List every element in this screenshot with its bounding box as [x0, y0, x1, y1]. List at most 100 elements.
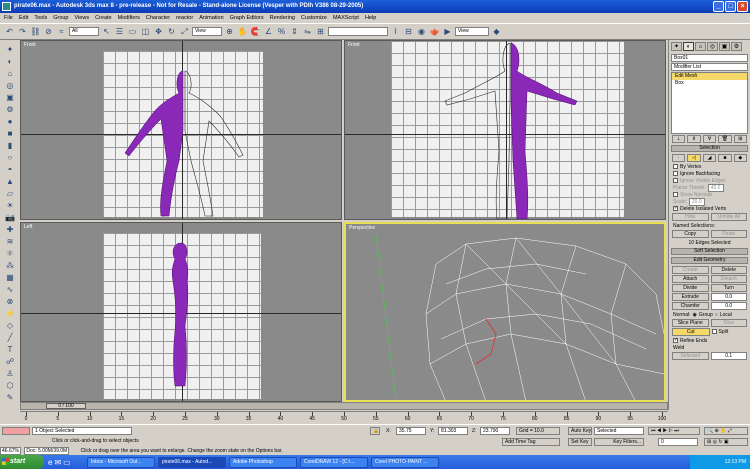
angle-snap-icon[interactable]: ∠ — [263, 26, 274, 37]
unlink-icon[interactable]: ⊘ — [43, 26, 54, 37]
time-slider[interactable]: 0 / 100 — [20, 402, 668, 410]
turn-button[interactable]: Turn — [710, 284, 747, 292]
select-object-icon[interactable]: ↖ — [101, 26, 112, 37]
menu-reactor[interactable]: reactor — [176, 15, 193, 21]
configure-sets-button[interactable]: ⊞ — [733, 135, 748, 143]
soft-selection-rollout-header[interactable]: Soft Selection — [671, 248, 748, 255]
cut-button[interactable]: Cut — [672, 328, 710, 336]
cylinder-icon[interactable]: ▮ — [3, 140, 17, 150]
systems-icon[interactable]: ⚛ — [3, 248, 17, 258]
divide-button[interactable]: Divide — [672, 284, 709, 292]
sphere-icon[interactable]: ● — [3, 116, 17, 126]
refine-ends-checkbox[interactable]: ✓ — [673, 338, 678, 343]
torus-icon[interactable]: ○ — [3, 152, 17, 162]
display-tab-icon[interactable]: ▣ — [719, 42, 730, 51]
render-last-icon[interactable]: ◆ — [491, 26, 502, 37]
redo-icon[interactable]: ↷ — [17, 26, 28, 37]
bind-space-warp-icon[interactable]: ≈ — [56, 26, 67, 37]
menu-character[interactable]: Character — [146, 15, 170, 21]
task-photopaint[interactable]: Corel PHOTO-PAINT ... — [371, 456, 439, 468]
face-level-button[interactable]: ◢ — [702, 154, 717, 162]
scale-field[interactable]: 20.0 — [688, 197, 705, 206]
chamfer-amount-field[interactable]: 0.0 — [710, 302, 747, 310]
menu-customize[interactable]: Customize — [301, 15, 327, 21]
z-coordinate-field[interactable]: 23.790 — [480, 427, 510, 435]
schematic-view-icon[interactable]: ⊟ — [403, 26, 414, 37]
align-icon[interactable]: ⊞ — [315, 26, 326, 37]
modifier-list-select[interactable]: Modifier List — [671, 63, 748, 71]
modify-icon[interactable]: ◐ — [3, 56, 17, 66]
utilities-tab-icon[interactable]: ⚙ — [731, 42, 742, 51]
script-icon[interactable]: ✎ — [3, 392, 17, 402]
quick-render-icon[interactable]: ▶ — [442, 26, 453, 37]
menu-animation[interactable]: Animation — [199, 15, 223, 21]
desktop-icon[interactable]: ▭ — [63, 458, 71, 467]
close-button[interactable]: × — [737, 1, 748, 12]
unhide-all-button[interactable]: Unhide All — [710, 213, 747, 221]
extrude-amount-field[interactable]: 0.0 — [710, 293, 747, 301]
viewport-top-right[interactable]: Front — [344, 40, 666, 220]
light-icon[interactable]: ☀ — [3, 200, 17, 210]
line-icon[interactable]: ╱ — [3, 332, 17, 342]
patch-icon[interactable]: ▦ — [3, 272, 17, 282]
local-radio[interactable]: ○ — [715, 312, 718, 318]
chamfer-button[interactable]: Chamfer — [672, 302, 709, 310]
mirror-icon[interactable]: ⇋ — [302, 26, 313, 37]
delete-isolated-checkbox[interactable]: ✓ — [673, 206, 678, 211]
render-type-select[interactable]: View — [455, 27, 489, 36]
selection-rollout-header[interactable]: Selection — [671, 145, 748, 152]
named-selection-select[interactable] — [328, 27, 388, 36]
ignore-visible-checkbox[interactable] — [673, 178, 678, 183]
task-photoshop[interactable]: Adobe Photoshop — [229, 456, 297, 468]
ignore-backfacing-checkbox[interactable] — [673, 171, 678, 176]
slice-plane-button[interactable]: Slice Plane — [672, 319, 709, 327]
make-unique-button[interactable]: ∀ — [702, 135, 717, 143]
biped-icon[interactable]: ♙ — [3, 368, 17, 378]
helper-icon[interactable]: ✚ — [3, 224, 17, 234]
stack-item-box[interactable]: Box — [672, 80, 747, 87]
menu-rendering[interactable]: Rendering — [270, 15, 295, 21]
weld-threshold-field[interactable]: 0.1 — [710, 352, 747, 360]
x-coordinate-field[interactable]: 35.75 — [396, 427, 426, 435]
key-filters-button[interactable]: Key Filters... — [594, 438, 644, 446]
viewport-bottom-left[interactable]: Left — [20, 222, 342, 402]
menu-views[interactable]: Views — [75, 15, 90, 21]
lock-selection-icon[interactable]: 🔒 — [370, 427, 380, 435]
menu-edit[interactable]: Edit — [19, 15, 28, 21]
element-level-button[interactable]: ◆ — [733, 154, 748, 162]
show-normals-checkbox[interactable] — [673, 192, 678, 197]
extrude-button[interactable]: Extrude — [672, 293, 709, 301]
edit-geometry-rollout-header[interactable]: Edit Geometry — [671, 257, 748, 264]
menu-help[interactable]: Help — [365, 15, 376, 21]
delete-button[interactable]: Delete — [710, 266, 747, 274]
menu-tools[interactable]: Tools — [34, 15, 47, 21]
viewport-top-left[interactable]: Front — [20, 40, 342, 220]
playback-controls[interactable]: ⏮ ◀ ▶ ▷ ⏭ — [648, 427, 700, 435]
task-3dsmax[interactable]: pirate06.max - Autod... — [158, 456, 226, 468]
motion-tab-icon[interactable]: ◎ — [707, 42, 718, 51]
bone-icon[interactable]: ☍ — [3, 356, 17, 366]
weld-selected-button[interactable]: Selected — [672, 352, 709, 360]
reactor-icon[interactable]: ⬡ — [3, 380, 17, 390]
particle-icon[interactable]: ⁂ — [3, 260, 17, 270]
hide-button[interactable]: Hide — [672, 213, 709, 221]
window-crossing-icon[interactable]: ◫ — [140, 26, 151, 37]
select-rotate-icon[interactable]: ↻ — [166, 26, 177, 37]
select-by-name-icon[interactable]: ☰ — [114, 26, 125, 37]
minimize-button[interactable]: _ — [713, 1, 724, 12]
edge-level-button[interactable]: ◁ — [687, 154, 701, 162]
maxscript-listener[interactable] — [2, 427, 30, 435]
viewport-nav-controls[interactable]: 🔍 ⊕ ✋ ⤢ — [704, 427, 748, 435]
start-button[interactable]: start — [0, 455, 44, 469]
detach-button[interactable]: Detach — [710, 275, 747, 283]
menu-group[interactable]: Group — [53, 15, 68, 21]
split-checkbox[interactable] — [711, 329, 717, 334]
spacewarp-icon[interactable]: ≋ — [3, 236, 17, 246]
task-inbox[interactable]: Inbox - Microsoft Out... — [87, 456, 155, 468]
key-mode-select[interactable]: Selected — [594, 427, 644, 435]
planar-thresh-field[interactable]: 45.0 — [707, 183, 724, 192]
ie-icon[interactable]: e — [48, 458, 52, 467]
percent-snap-icon[interactable]: % — [276, 26, 287, 37]
polygon-level-button[interactable]: ■ — [718, 154, 732, 162]
attach-button[interactable]: Attach — [672, 275, 709, 283]
